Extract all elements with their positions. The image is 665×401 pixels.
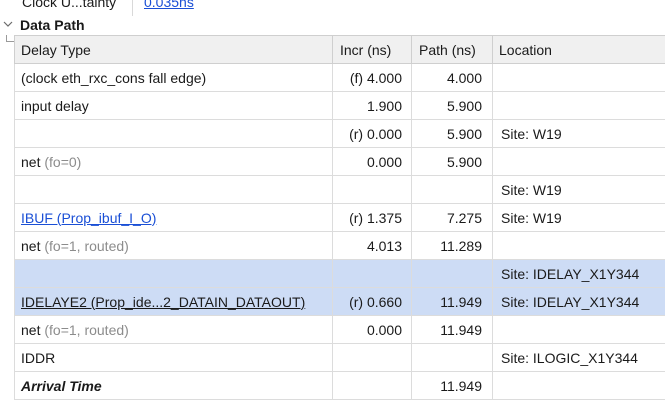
delay-type-text: (clock eth_rxc_cons fall edge) — [21, 69, 207, 86]
delay-type-cell — [14, 119, 333, 148]
delay-type-cell: Arrival Time — [14, 371, 333, 400]
incr-cell: (r) 0.000 — [332, 119, 412, 148]
incr-cell — [332, 175, 412, 204]
incr-cell — [332, 259, 412, 288]
location-cell — [492, 315, 665, 344]
delay-type-text: net — [21, 237, 41, 254]
location-cell: Site: ILOGIC_X1Y344 — [492, 343, 665, 372]
incr-cell: 0.000 — [332, 315, 412, 344]
delay-type-cell: net (fo=0) — [14, 147, 333, 176]
clock-uncertainty-row: Clock U...tainty 0.035ns — [0, 0, 665, 16]
fanout-note: (fo=1, routed) — [44, 237, 129, 254]
path-cell: 11.949 — [411, 315, 493, 344]
path-cell: 11.289 — [411, 231, 493, 260]
incr-cell: 0.000 — [332, 147, 412, 176]
delay-type-text: net — [21, 321, 41, 338]
delay-type-cell: net (fo=1, routed) — [14, 231, 333, 260]
delay-type-cell: (clock eth_rxc_cons fall edge) — [14, 63, 333, 92]
delay-type-cell — [14, 259, 333, 288]
timing-report-panel: Clock U...tainty 0.035ns Data Path Delay… — [0, 0, 665, 401]
column-separator — [132, 0, 133, 16]
delay-type-text: net — [21, 153, 41, 170]
location-cell — [492, 63, 665, 92]
delay-type-cell — [14, 175, 333, 204]
location-cell — [492, 371, 665, 400]
column-header-delay-type[interactable]: Delay Type — [14, 35, 333, 64]
fanout-note: (fo=0) — [44, 153, 82, 170]
location-cell — [492, 147, 665, 176]
delay-type-cell: net (fo=1, routed) — [14, 315, 333, 344]
incr-cell: 1.900 — [332, 91, 412, 120]
section-title: Data Path — [20, 17, 85, 33]
path-cell: 11.949 — [411, 371, 493, 400]
location-cell — [492, 231, 665, 260]
incr-cell: (f) 4.000 — [332, 63, 412, 92]
column-header-location[interactable]: Location — [492, 35, 665, 64]
arrival-time-label: Arrival Time — [21, 377, 102, 394]
table-row[interactable]: net (fo=0) 0.000 5.900 — [14, 147, 665, 176]
table-row[interactable]: IBUF (Prop_ibuf_I_O) (r) 1.375 7.275 Sit… — [14, 203, 665, 232]
table-row[interactable]: input delay 1.900 5.900 — [14, 91, 665, 120]
path-cell: 4.000 — [411, 63, 493, 92]
path-cell — [411, 175, 493, 204]
data-path-section-header[interactable]: Data Path — [0, 16, 665, 35]
incr-cell: 4.013 — [332, 231, 412, 260]
path-cell — [411, 343, 493, 372]
path-cell: 5.900 — [411, 147, 493, 176]
delay-type-text: input delay — [21, 97, 89, 114]
location-cell: Site: W19 — [492, 119, 665, 148]
chevron-down-icon[interactable] — [2, 18, 14, 30]
tree-connector — [6, 35, 14, 42]
location-cell: Site: IDELAY_X1Y344 — [492, 259, 665, 288]
incr-cell: (r) 1.375 — [332, 203, 412, 232]
fanout-note: (fo=1, routed) — [44, 321, 129, 338]
table-row-selected[interactable]: IDELAYE2 (Prop_ide...2_DATAIN_DATAOUT) (… — [14, 287, 665, 316]
incr-cell — [332, 343, 412, 372]
delay-type-text: IDDR — [21, 349, 56, 366]
table-row[interactable]: IDDR Site: ILOGIC_X1Y344 — [14, 343, 665, 372]
cell-link-idelaye2[interactable]: IDELAYE2 (Prop_ide...2_DATAIN_DATAOUT) — [21, 294, 305, 310]
table-row[interactable]: (clock eth_rxc_cons fall edge) (f) 4.000… — [14, 63, 665, 92]
location-cell: Site: W19 — [492, 203, 665, 232]
data-path-table: Delay Type Incr (ns) Path (ns) Location … — [14, 35, 665, 400]
incr-cell — [332, 371, 412, 400]
delay-type-cell: input delay — [14, 91, 333, 120]
table-row[interactable]: (r) 0.000 5.900 Site: W19 — [14, 119, 665, 148]
path-cell: 5.900 — [411, 119, 493, 148]
path-cell: 7.275 — [411, 203, 493, 232]
table-row-selected[interactable]: Site: IDELAY_X1Y344 — [14, 259, 665, 288]
delay-type-cell: IDELAYE2 (Prop_ide...2_DATAIN_DATAOUT) — [14, 287, 333, 316]
column-header-path[interactable]: Path (ns) — [411, 35, 493, 64]
table-header-row: Delay Type Incr (ns) Path (ns) Location — [14, 35, 665, 64]
path-cell: 5.900 — [411, 91, 493, 120]
clock-uncertainty-label: Clock U...tainty — [22, 0, 117, 10]
column-header-incr[interactable]: Incr (ns) — [332, 35, 412, 64]
location-cell: Site: W19 — [492, 175, 665, 204]
location-cell — [492, 91, 665, 120]
delay-type-cell: IBUF (Prop_ibuf_I_O) — [14, 203, 333, 232]
table-row[interactable]: net (fo=1, routed) 4.013 11.289 — [14, 231, 665, 260]
table-row[interactable]: Site: W19 — [14, 175, 665, 204]
table-row-arrival-time[interactable]: Arrival Time 11.949 — [14, 371, 665, 400]
cell-link-ibuf[interactable]: IBUF (Prop_ibuf_I_O) — [21, 210, 156, 226]
location-cell: Site: IDELAY_X1Y344 — [492, 287, 665, 316]
path-cell: 11.949 — [411, 287, 493, 316]
table-row[interactable]: net (fo=1, routed) 0.000 11.949 — [14, 315, 665, 344]
clock-uncertainty-value-link[interactable]: 0.035ns — [144, 0, 194, 10]
incr-cell: (r) 0.660 — [332, 287, 412, 316]
delay-type-cell: IDDR — [14, 343, 333, 372]
path-cell — [411, 259, 493, 288]
